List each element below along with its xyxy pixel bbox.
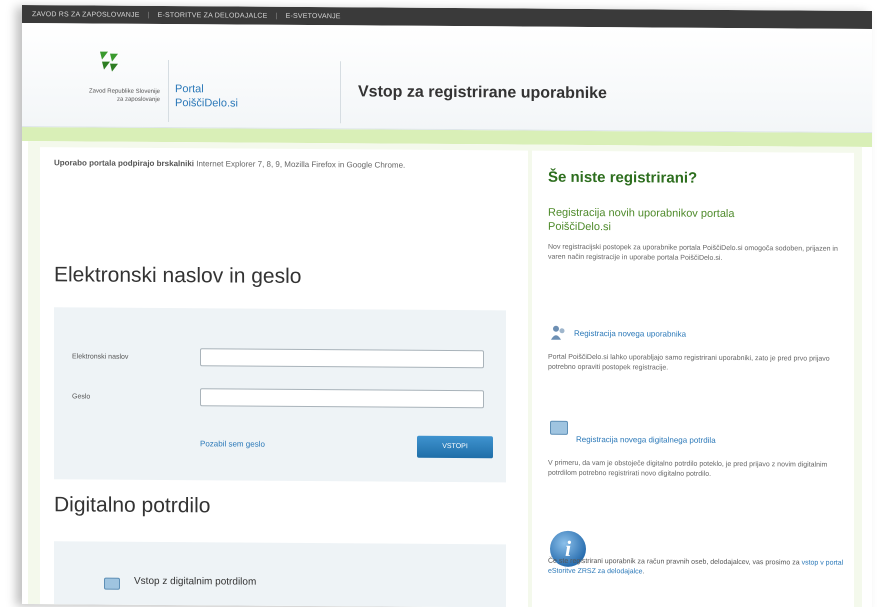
registration-column: Še niste registrirani? Registracija novi… — [532, 150, 856, 607]
header-divider — [168, 60, 169, 123]
portal-line1: Portal — [175, 83, 204, 96]
certificate-heading: Digitalno potrdilo — [54, 493, 211, 518]
topnav-item-zrsz[interactable]: ZAVOD RS ZA ZAPOSLOVANJE — [32, 11, 140, 19]
page-header: Zavod Republike Slovenije za zaposlovanj… — [22, 23, 872, 133]
browser-support-bold: Uporabo portala podpirajo brskalniki — [54, 158, 195, 169]
user-icon — [551, 325, 565, 340]
login-form: Elektronski naslov Geslo Pozabil sem ges… — [54, 307, 506, 483]
zrsz-logo[interactable]: Zavod Republike Slovenije za zaposlovanj… — [32, 49, 160, 103]
topnav-separator: | — [147, 11, 150, 19]
registration-intro: Nov registracijski postopek za uporabnik… — [548, 243, 838, 262]
header-divider — [340, 61, 341, 124]
browser-support-note: Uporabo portala podpirajo brskalniki Int… — [54, 157, 504, 172]
topnav-item-esvetovanje[interactable]: E-SVETOVANJE — [286, 12, 341, 19]
zrsz-logo-icon — [100, 51, 118, 72]
topnav-separator: | — [275, 12, 278, 20]
password-input[interactable] — [200, 388, 484, 409]
employer-info-prefix: Če ste registrirani uporabnik za račun p… — [548, 557, 802, 567]
digital-certificate-icon — [550, 420, 568, 435]
forgot-password-link[interactable]: Pozabil sem geslo — [200, 439, 265, 448]
page-title: Vstop za registrirane uporabnike — [358, 83, 607, 103]
register-new-user-link[interactable]: Registracija novega uporabnika — [574, 329, 686, 339]
portal-line2: PoiščiDelo.si — [175, 97, 238, 110]
registration-subtitle: Registracija novih uporabnikov portala P… — [548, 206, 735, 234]
login-column: Uporabo portala podpirajo brskalniki Int… — [40, 147, 528, 607]
new-user-text: Portal PoiščiDelo.si lahko uporabljajo s… — [548, 353, 830, 372]
browser-page: ZAVOD RS ZA ZAPOSLOVANJE | E-STORITVE ZA… — [22, 5, 872, 607]
main-content: Uporabo portala podpirajo brskalniki Int… — [28, 141, 862, 607]
employer-info-end: . — [642, 568, 645, 576]
email-input[interactable] — [200, 348, 484, 369]
email-login-heading: Elektronski naslov in geslo — [54, 263, 302, 288]
certificate-login-label[interactable]: Vstop z digitalnim potrdilom — [134, 576, 256, 588]
certificate-icon — [104, 577, 120, 590]
employer-info-text: Če ste registrirani uporabnik za račun p… — [548, 557, 856, 579]
register-new-certificate-link[interactable]: Registracija novega digitalnega potrdila — [576, 435, 716, 445]
login-button[interactable]: VSTOPI — [417, 435, 493, 459]
certificate-login-box[interactable]: Vstop z digitalnim potrdilom — [54, 541, 506, 607]
logo-text-line2: za zaposlovanje — [116, 96, 160, 103]
topnav-item-estoritve[interactable]: E-STORITVE ZA DELODAJALCE — [158, 11, 268, 19]
portal-name[interactable]: Portal PoiščiDelo.si — [175, 82, 238, 110]
email-label: Elektronski naslov — [72, 353, 129, 361]
browser-support-rest: Internet Explorer 7, 8, 9, Mozilla Firef… — [194, 159, 406, 170]
password-label: Geslo — [72, 393, 91, 401]
registration-title: Še niste registrirani? — [548, 168, 698, 187]
new-certificate-text: V primeru, da vam je obstoječe digitalno… — [548, 459, 828, 478]
